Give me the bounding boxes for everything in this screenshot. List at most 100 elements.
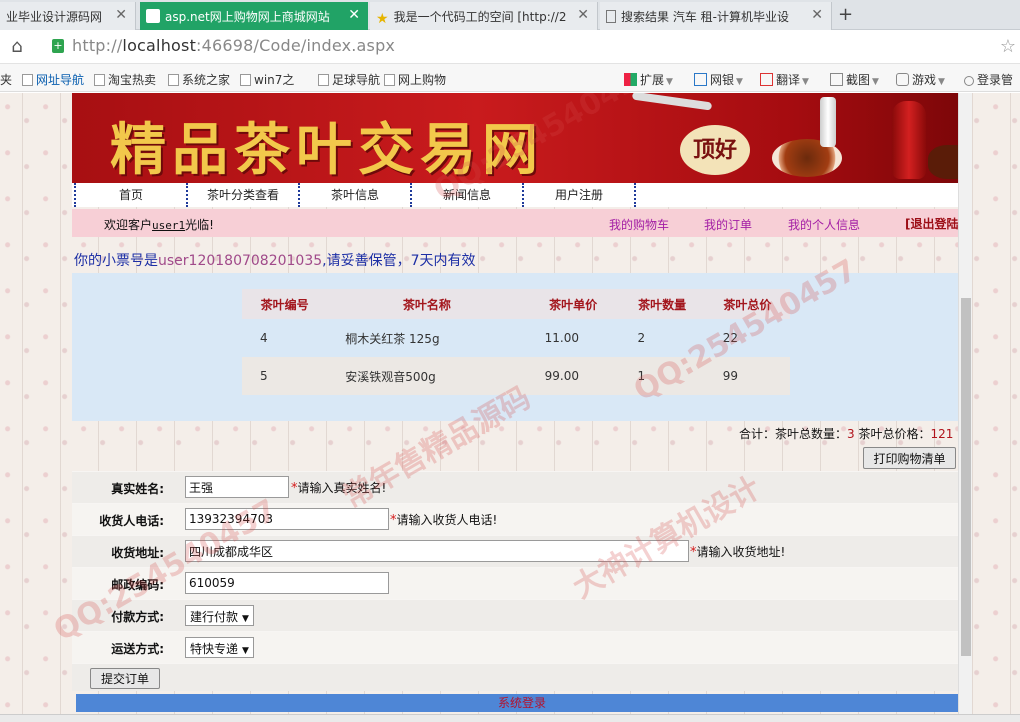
browser-tab-active[interactable]: asp.net网上购物网上商城网站 ✕	[140, 2, 368, 30]
airplane-graphic	[631, 93, 713, 111]
close-icon[interactable]: ✕	[577, 7, 589, 23]
url-scheme: http://	[72, 36, 123, 55]
bookmark-item[interactable]: 网址导航	[22, 71, 84, 88]
bookmark-label: 网上购物	[398, 73, 447, 87]
scrollbar-thumb[interactable]	[961, 298, 971, 656]
footer-bar: 系统登录	[76, 694, 968, 712]
gamepad-icon	[896, 73, 909, 86]
url-field[interactable]: http://localhost:46698/Code/index.aspx	[72, 36, 395, 55]
close-icon[interactable]: ✕	[115, 7, 127, 23]
bookmark-label: 淘宝热卖	[108, 73, 157, 87]
my-orders-link[interactable]: 我的订单	[704, 216, 752, 233]
address-input[interactable]	[185, 540, 689, 562]
bookmark-item[interactable]: 系统之家	[168, 71, 230, 88]
zip-input[interactable]	[185, 572, 389, 594]
nav-item-home[interactable]: 首页	[74, 183, 186, 207]
phone-hint: *请输入收货人电话!	[390, 511, 497, 528]
nav-item-news[interactable]: 新闻信息	[410, 183, 522, 207]
ext-label: 网银	[710, 73, 735, 87]
column-header: 茶叶名称	[327, 289, 527, 319]
system-login-link[interactable]: 系统登录	[498, 696, 546, 710]
login-button[interactable]: 登录管	[964, 71, 1013, 88]
page-icon	[384, 74, 395, 86]
bookmark-item[interactable]: 夹	[0, 71, 12, 88]
nav-divider	[634, 183, 636, 207]
name-label: 真实姓名:	[111, 482, 164, 496]
cell-total: 22	[704, 319, 790, 357]
price-label: 茶叶总价格：	[858, 427, 931, 441]
name-hint: *请输入真实姓名!	[291, 479, 386, 496]
total-price: 121	[930, 427, 954, 441]
browser-tab[interactable]: ★ 我是一个代码工的空间 [http://2 ✕	[370, 2, 598, 30]
chevron-down-icon: ▼	[802, 77, 809, 87]
logout-link[interactable]: [退出登陆]	[905, 215, 964, 232]
nav-item-category[interactable]: 茶叶分类查看	[186, 183, 298, 207]
page-icon	[146, 9, 160, 23]
url-host: localhost	[122, 36, 197, 55]
bookmark-item[interactable]: win7之	[240, 71, 294, 88]
browser-tab[interactable]: 业毕业设计源码网 ✕	[0, 2, 136, 30]
print-cart-button[interactable]: 打印购物清单	[863, 447, 956, 469]
page-scrollbar[interactable]	[958, 93, 972, 722]
phone-input[interactable]	[185, 508, 389, 530]
cell-qty: 2	[619, 319, 705, 357]
cell-id: 4	[242, 319, 328, 357]
page-icon	[168, 74, 179, 86]
shipping-value: 特快专递	[190, 642, 239, 656]
welcome-text: 欢迎客户user1光临!	[104, 216, 214, 233]
bank-button[interactable]: 网银 ▼	[694, 71, 743, 88]
my-cart-link[interactable]: 我的购物车	[609, 216, 669, 233]
banner-badge: 顶好	[680, 125, 750, 175]
bookmark-item[interactable]: 足球导航	[318, 71, 380, 88]
ext-label: 翻译	[776, 73, 801, 87]
games-button[interactable]: 游戏 ▼	[896, 71, 945, 88]
name-input[interactable]	[185, 476, 289, 498]
shipping-select[interactable]: 特快专递 ▼	[185, 637, 254, 658]
tab-label: 我是一个代码工的空间 [http://2	[393, 10, 567, 24]
address-label: 收货地址:	[111, 546, 164, 560]
ext-label: 登录管	[977, 73, 1014, 87]
nav-item-register[interactable]: 用户注册	[522, 183, 634, 207]
close-icon[interactable]: ✕	[811, 7, 823, 23]
chevron-down-icon: ▼	[666, 77, 673, 87]
table-row: 4 桐木关红茶 125g 11.00 2 22	[242, 319, 790, 357]
close-icon[interactable]: ✕	[348, 7, 360, 23]
ext-label: 截图	[846, 73, 871, 87]
translate-button[interactable]: 翻译 ▼	[760, 71, 809, 88]
bookmark-item[interactable]: 淘宝热卖	[94, 71, 156, 88]
bookmark-item[interactable]: 网上购物	[384, 71, 446, 88]
ticket-suffix: ,请妥善保管，7天内有效	[322, 253, 476, 269]
bank-icon	[694, 73, 707, 86]
url-path: :46698/Code/index.aspx	[196, 36, 396, 55]
bookmarks-bar: 夹 网址导航 淘宝热卖 系统之家 win7之 足球导航 网上购物 扩展 ▼ 网银 ▼…	[0, 64, 1020, 92]
cell-qty: 1	[619, 357, 705, 395]
cell-name: 桐木关红茶 125g	[327, 319, 527, 357]
submit-order-button[interactable]: 提交订单	[90, 668, 160, 689]
browser-tab[interactable]: 搜索结果 汽车 租-计算机毕业设 ✕	[600, 2, 832, 30]
site-banner: 精品茶叶交易网 顶好	[72, 93, 972, 183]
column-header: 茶叶编号	[242, 289, 328, 319]
cart-header-row: 茶叶编号 茶叶名称 茶叶单价 茶叶数量 茶叶总价	[242, 289, 790, 319]
site-nav: 首页 茶叶分类查看 茶叶信息 新闻信息 用户注册	[72, 183, 972, 207]
home-icon[interactable]: ⌂	[6, 36, 28, 58]
payment-select[interactable]: 建行付款 ▼	[185, 605, 254, 626]
address-bar: ⌂ + http://localhost:46698/Code/index.as…	[0, 30, 1020, 64]
screenshot-button[interactable]: 截图 ▼	[830, 71, 879, 88]
nav-item-tea-info[interactable]: 茶叶信息	[298, 183, 410, 207]
username: user1	[152, 219, 186, 232]
cell-price: 11.00	[526, 319, 620, 357]
star-icon: ★	[376, 11, 389, 27]
scissors-icon	[830, 73, 843, 86]
bookmark-label: win7之	[254, 73, 295, 87]
page-icon	[606, 10, 616, 23]
my-profile-link[interactable]: 我的个人信息	[788, 216, 860, 233]
payment-value: 建行付款	[190, 610, 239, 624]
cell-total: 99	[704, 357, 790, 395]
bookmark-star-icon[interactable]: ☆	[1000, 36, 1016, 57]
qty-label: 茶叶总数量：	[775, 427, 848, 441]
new-tab-button[interactable]: +	[838, 4, 853, 25]
form-row-zip: 邮政编码:	[72, 567, 958, 599]
ext-label: 扩展	[640, 73, 665, 87]
page-icon	[318, 74, 329, 86]
extensions-button[interactable]: 扩展 ▼	[624, 71, 673, 88]
